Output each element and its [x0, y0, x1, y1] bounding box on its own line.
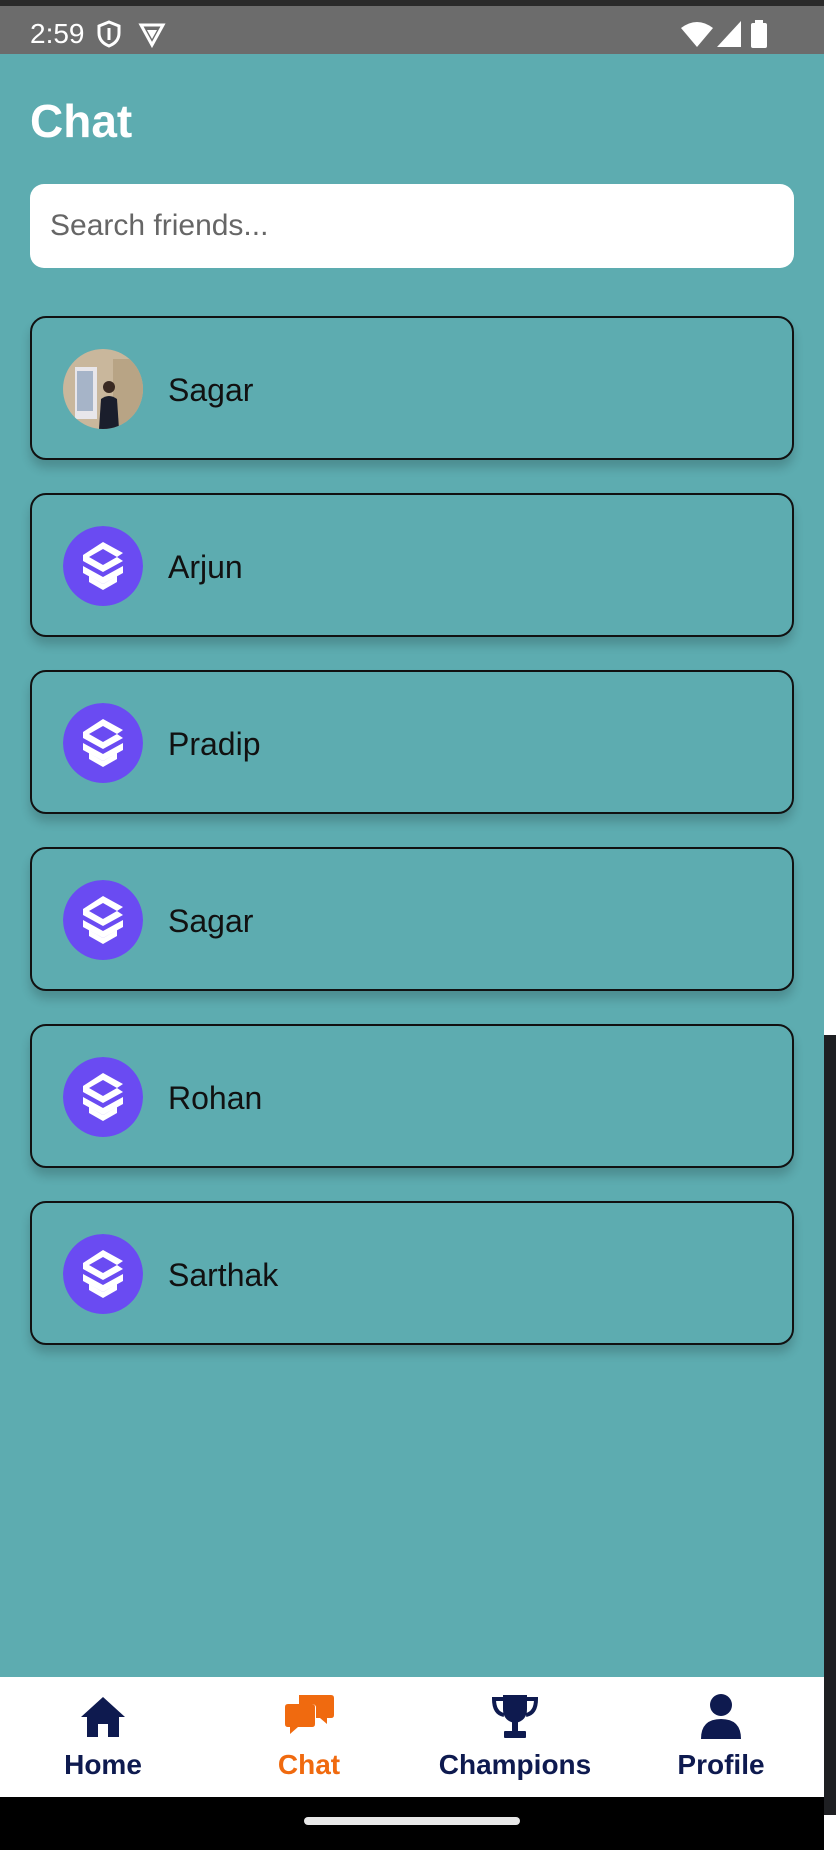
friend-list-item[interactable]: Rohan: [30, 1024, 794, 1168]
nav-label: Chat: [277, 1749, 341, 1780]
friend-list-item[interactable]: Pradip: [30, 670, 794, 814]
shield-icon: [96, 20, 122, 53]
home-icon: [77, 1691, 129, 1741]
nav-item-chat[interactable]: Chat: [206, 1677, 412, 1797]
app-logo-avatar: [63, 1234, 143, 1314]
person-icon: [695, 1691, 747, 1741]
phone-screen: 2:59 Chat Search friends... Sagar Arjun …: [0, 0, 824, 1850]
page-title: Chat: [30, 95, 133, 147]
friend-name: Pradip: [168, 726, 261, 762]
nav-label: Profile: [677, 1749, 765, 1780]
gesture-area: [0, 1797, 824, 1850]
friend-list-item[interactable]: Sagar: [30, 316, 794, 460]
vpn-icon: [138, 20, 166, 53]
friend-list: Sagar Arjun Pradip Sagar Rohan Sarthak: [30, 316, 794, 1378]
chat-icon: [283, 1691, 335, 1741]
friend-name: Sarthak: [168, 1257, 279, 1293]
friend-name: Rohan: [168, 1080, 263, 1116]
nav-item-home[interactable]: Home: [0, 1677, 206, 1797]
wifi-icon: [680, 20, 714, 53]
nav-label: Champions: [438, 1749, 592, 1780]
bottom-nav: Home Chat Champions Profile: [0, 1677, 824, 1797]
status-time: 2:59: [30, 18, 85, 49]
friend-name: Sagar: [168, 372, 254, 408]
nav-item-profile[interactable]: Profile: [618, 1677, 824, 1797]
trophy-icon: [489, 1691, 541, 1741]
signal-icon: [716, 20, 742, 53]
friend-list-item[interactable]: Sarthak: [30, 1201, 794, 1345]
battery-icon: [750, 20, 768, 53]
friend-list-item[interactable]: Arjun: [30, 493, 794, 637]
photo-avatar: [63, 349, 143, 429]
friend-list-item[interactable]: Sagar: [30, 847, 794, 991]
friend-name: Arjun: [168, 549, 243, 585]
friend-name: Sagar: [168, 903, 254, 939]
app-logo-avatar: [63, 1057, 143, 1137]
nav-label: Home: [64, 1749, 142, 1780]
home-gesture-bar[interactable]: [304, 1817, 520, 1825]
background-editor-strip: [824, 1035, 836, 1815]
nav-item-champions[interactable]: Champions: [412, 1677, 618, 1797]
search-input[interactable]: [30, 184, 794, 268]
app-logo-avatar: [63, 703, 143, 783]
app-logo-avatar: [63, 880, 143, 960]
app-logo-avatar: [63, 526, 143, 606]
status-bar: 2:59: [0, 0, 824, 54]
